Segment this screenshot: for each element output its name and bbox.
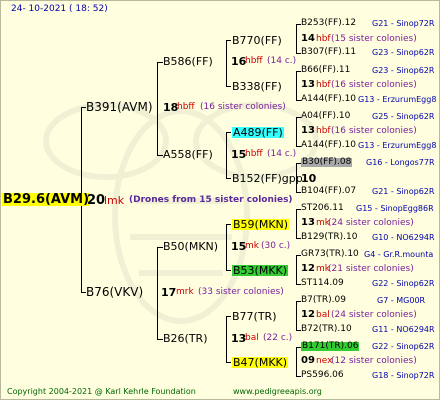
queen-b171[interactable]: B171(TR).06 — [301, 342, 360, 351]
b72-line: G11 - NO6294R — [372, 325, 435, 334]
queen-b30[interactable]: B30(FF).08 — [301, 158, 353, 167]
b30-line: G16 - Longos77R — [366, 158, 435, 167]
b307-line: G23 - Sinop62R — [372, 48, 435, 57]
date-stamp: 24- 10-2021 ( 18: 52) — [11, 4, 108, 14]
b586-code: hbff — [245, 56, 263, 66]
queen-st206[interactable]: ST206.11 — [301, 204, 344, 213]
queen-st114[interactable]: ST114.09 — [301, 279, 344, 288]
b59-count: 13 — [301, 217, 315, 228]
queen-a558[interactable]: A558(FF) — [163, 149, 213, 160]
b50-note: (30 c.) — [261, 241, 291, 251]
st206-line: G15 - SinopEgg86R — [356, 204, 434, 213]
queen-b76[interactable]: B76(VKV) — [86, 286, 143, 298]
b76-count: 17 — [161, 286, 177, 299]
queen-b307[interactable]: B307(FF).11 — [301, 48, 356, 57]
a558-note: (14 c.) — [267, 149, 297, 159]
copyright-text: Copyright 2004-2021 @ Karl Kehrle Founda… — [7, 387, 196, 396]
gr73-line: G4 - Gr.R.mounta — [364, 250, 434, 259]
queen-a04[interactable]: A04(FF).10 — [301, 112, 350, 121]
b47-note: (12 sister colonies) — [331, 356, 417, 366]
b338-note: (16 sister colonies) — [331, 80, 417, 90]
b66-line: G23 - Sinop62R — [372, 66, 435, 75]
queen-b253[interactable]: B253(FF).12 — [301, 19, 356, 28]
b7-line: G7 - MG00R — [377, 296, 426, 305]
b26-note: (22 c.) — [263, 333, 293, 343]
b770-note: (15 sister colonies) — [331, 34, 417, 44]
b76-note: (33 sister colonies) — [198, 287, 284, 297]
queen-b50[interactable]: B50(MKN) — [163, 241, 218, 252]
b129-line: G10 - NO6294R — [372, 233, 435, 242]
b152-count: 10 — [301, 172, 317, 185]
queen-a144b[interactable]: A144(FF).10 — [301, 141, 356, 150]
a558-code: hbff — [245, 149, 263, 159]
b77-count: 12 — [301, 309, 315, 320]
root-count: 20 — [87, 193, 106, 208]
b338-count: 13 — [301, 79, 315, 90]
b53-note: (21 sister colonies) — [328, 264, 414, 274]
queen-b47[interactable]: B47(MKK) — [232, 357, 289, 368]
queen-b391[interactable]: B391(AVM) — [86, 101, 153, 113]
queen-b7[interactable]: B7(TR).09 — [301, 296, 346, 305]
a04-line: G25 - Sinop62R — [372, 112, 435, 121]
root-queen[interactable]: B29.6(AVM) — [2, 193, 91, 206]
b77-note: (24 sister colonies) — [331, 310, 417, 320]
queen-a489[interactable]: A489(FF) — [232, 127, 284, 138]
queen-b586[interactable]: B586(FF) — [163, 56, 213, 67]
root-code: lmk — [104, 194, 125, 207]
b50-code: mk — [245, 241, 259, 251]
b53-count: 12 — [301, 263, 315, 274]
b77-code: bal — [316, 310, 330, 320]
queen-b338[interactable]: B338(FF) — [232, 81, 282, 92]
queen-b66[interactable]: B66(FF).11 — [301, 66, 350, 75]
root-note: (Drones from 15 sister colonies) — [129, 195, 293, 205]
a489-code: hbf — [316, 126, 331, 136]
a144a-line: G13 - ErzurumEgg8 — [358, 95, 437, 104]
queen-gr73[interactable]: GR73(TR).10 — [301, 250, 359, 259]
ps596-line: G18 - Sinop72R — [372, 371, 435, 380]
b47-code: nex — [316, 356, 333, 366]
b770-count: 14 — [301, 33, 315, 44]
b391-code: hbff — [177, 102, 195, 112]
b76-code: mrk — [176, 287, 194, 297]
queen-a144a[interactable]: A144(FF).10 — [301, 95, 356, 104]
queen-b152[interactable]: B152(FF)gpp — [232, 173, 303, 184]
a489-count: 13 — [301, 125, 315, 136]
queen-b53[interactable]: B53(MKK) — [232, 265, 289, 276]
a489-note: (16 sister colonies) — [331, 126, 417, 136]
queen-b59[interactable]: B59(MKN) — [232, 219, 290, 230]
queen-b129[interactable]: B129(TR).10 — [301, 233, 357, 242]
pedigree-frame: 24- 10-2021 ( 18: 52) Copyright 2004-202… — [0, 0, 440, 400]
queen-ps596[interactable]: PS596.06 — [301, 371, 344, 380]
b26-code: bal — [245, 333, 259, 343]
b171-line: G22 - Sinop62R — [372, 342, 435, 351]
b104-line: G21 - Sinop62R — [372, 187, 435, 196]
b253-line: G21 - Sinop72R — [372, 19, 435, 28]
queen-b104[interactable]: B104(FF).07 — [301, 187, 356, 196]
queen-b26[interactable]: B26(TR) — [163, 333, 208, 344]
site-link[interactable]: www.pedigreeapis.org — [233, 388, 322, 396]
b586-note: (14 c.) — [267, 56, 297, 66]
queen-b770[interactable]: B770(FF) — [232, 35, 282, 46]
queen-b72[interactable]: B72(TR).10 — [301, 325, 352, 334]
queen-b77[interactable]: B77(TR) — [232, 311, 277, 322]
b47-count: 09 — [301, 355, 315, 366]
a144b-line: G13 - ErzurumEgg8 — [358, 141, 437, 150]
b338-code: hbf — [316, 80, 331, 90]
b59-note: (24 sister colonies) — [328, 218, 414, 228]
st114-line: G22 - Sinop62R — [372, 279, 435, 288]
b770-code: hbf — [316, 34, 331, 44]
b391-note: (16 sister colonies) — [200, 102, 286, 112]
